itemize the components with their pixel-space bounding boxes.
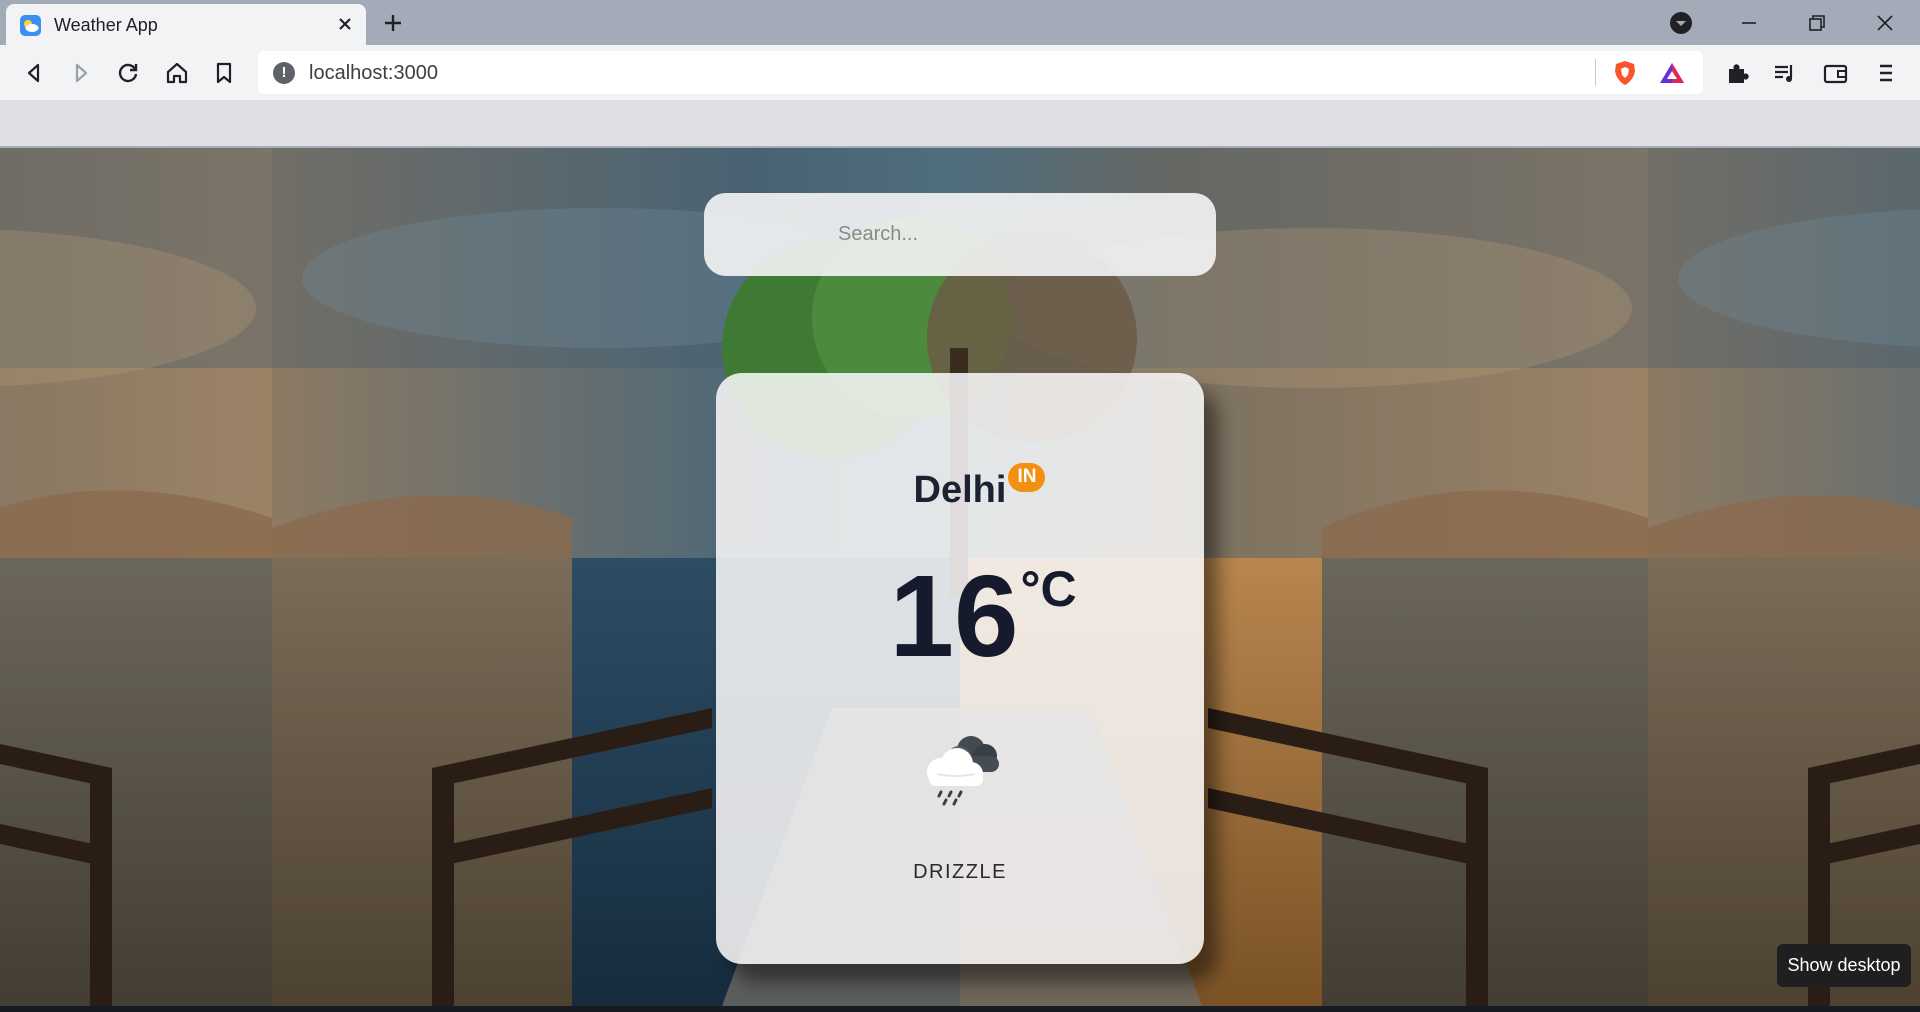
brave-shields-icon[interactable]: [1612, 59, 1638, 87]
new-tab-icon[interactable]: [380, 10, 406, 36]
weather-page: Delhi IN 16 °C: [0, 148, 1920, 1006]
browser-toolbar: ! localhost:3000: [0, 45, 1920, 100]
restore-icon[interactable]: [1804, 10, 1830, 36]
city-heading: Delhi IN: [716, 463, 1204, 512]
extensions-icon[interactable]: [1724, 59, 1752, 87]
tab-search-icon[interactable]: [1668, 10, 1694, 36]
bookmarks-bar: [0, 100, 1920, 148]
brave-rewards-icon[interactable]: [1658, 60, 1686, 86]
forward-icon[interactable]: [67, 59, 95, 87]
menu-icon[interactable]: [1872, 59, 1900, 87]
temperature-display: 16 °C: [716, 558, 1204, 674]
minimize-icon[interactable]: [1736, 10, 1762, 36]
background-image-tile-left: [0, 148, 272, 1006]
site-info-icon[interactable]: !: [273, 62, 295, 84]
taskbar-edge: [0, 1006, 1920, 1012]
city-name-wrapper: Delhi IN: [913, 463, 1046, 512]
drizzle-cloud-icon: [915, 728, 1007, 810]
weather-condition: DRIZZLE: [913, 861, 1007, 883]
url-text[interactable]: localhost:3000: [309, 62, 438, 85]
background-image-tile-right: [1648, 148, 1920, 1006]
wallet-icon[interactable]: [1821, 59, 1849, 87]
reload-icon[interactable]: [114, 59, 142, 87]
temperature-wrapper: 16 °C: [889, 558, 1076, 674]
temperature-value: 16: [889, 551, 1019, 681]
bookmark-icon[interactable]: [210, 59, 238, 87]
browser-tab[interactable]: Weather App: [6, 4, 366, 45]
home-icon[interactable]: [163, 59, 191, 87]
tab-title: Weather App: [54, 15, 158, 35]
back-icon[interactable]: [20, 59, 48, 87]
country-badge: IN: [1008, 463, 1046, 492]
address-bar[interactable]: ! localhost:3000: [258, 51, 1703, 94]
temperature-unit: °C: [1020, 561, 1077, 617]
playlist-icon[interactable]: [1771, 59, 1799, 87]
weather-favicon-icon: [20, 15, 41, 36]
weather-card: Delhi IN 16 °C DRIZZLE: [716, 373, 1204, 964]
show-desktop-tooltip: Show desktop: [1777, 944, 1911, 987]
tab-close-icon[interactable]: [334, 13, 356, 35]
tab-strip: Weather App: [0, 0, 1920, 45]
address-bar-divider: [1595, 59, 1596, 86]
city-name: Delhi: [913, 469, 1007, 511]
search-box[interactable]: [704, 193, 1216, 276]
search-input[interactable]: [704, 193, 1216, 276]
close-window-icon[interactable]: [1872, 10, 1898, 36]
